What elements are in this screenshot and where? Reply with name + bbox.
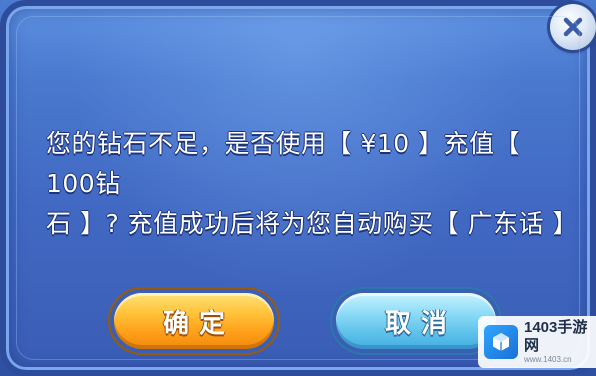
cancel-button[interactable]: 取消 <box>336 293 496 349</box>
watermark-title: 1403手游网 <box>524 319 588 354</box>
watermark-subtitle: www.1403.cn <box>524 355 572 364</box>
message-line-1: 您的钻石不足，是否使用【 ¥10 】充值【 100钻 <box>46 129 521 198</box>
site-watermark: 1403手游网 www.1403.cn <box>478 316 596 368</box>
message-line-2: 石 】? 充值成功后将为您自动购买【 广东话 】 <box>46 209 579 238</box>
dialog-message: 您的钻石不足，是否使用【 ¥10 】充值【 100钻 石 】? 充值成功后将为您… <box>46 124 579 244</box>
close-icon <box>563 17 583 37</box>
close-button[interactable] <box>550 4 596 50</box>
cube-icon <box>484 325 518 359</box>
confirm-button[interactable]: 确定 <box>114 293 274 349</box>
game-screen: 您的钻石不足，是否使用【 ¥10 】充值【 100钻 石 】? 充值成功后将为您… <box>0 0 596 376</box>
